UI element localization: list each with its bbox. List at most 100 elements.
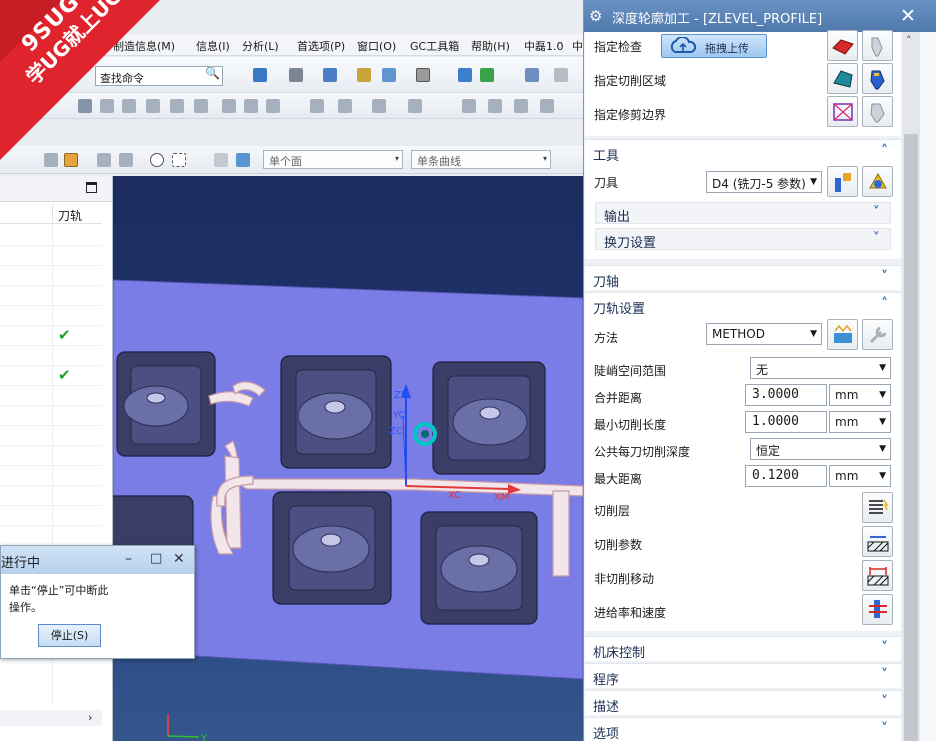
table-row[interactable] <box>0 306 102 326</box>
max-distance-unit[interactable]: mm ▼ <box>829 465 891 487</box>
curve-filter-select[interactable]: 单条曲线 ▾ <box>411 150 551 169</box>
machine-control-section-header[interactable]: 机床控制 ˅ <box>585 636 901 661</box>
fit-icon[interactable] <box>382 68 396 82</box>
gear-icon[interactable]: ⚙ <box>589 7 602 25</box>
part-icon[interactable] <box>236 153 250 167</box>
dialog-titlebar[interactable]: ⚙ 深度轮廓加工 - [ZLEVEL_PROFILE] ✕ <box>584 0 936 32</box>
maximize-icon[interactable]: □ <box>150 551 162 566</box>
chevron-up-icon[interactable]: ˄ <box>906 34 912 47</box>
path-settings-section-header[interactable]: 刀轨设置 ˄ <box>585 292 901 317</box>
table-row[interactable]: ✔ <box>0 326 102 346</box>
cut-params-button[interactable] <box>862 526 893 557</box>
search-icon[interactable]: 🔍 <box>205 66 220 80</box>
non-cut-moves-button[interactable] <box>862 560 893 591</box>
table-row[interactable] <box>0 266 102 286</box>
cut-levels-button[interactable] <box>862 492 893 523</box>
op-icon-8[interactable] <box>244 99 258 113</box>
move-icon[interactable] <box>480 68 494 82</box>
color-icon[interactable] <box>416 68 430 82</box>
list-icon[interactable] <box>554 68 568 82</box>
scroll-thumb[interactable] <box>904 134 918 741</box>
edit-tool-button[interactable] <box>827 166 858 197</box>
menu-zhonglei[interactable]: 中磊1.0 <box>524 38 564 54</box>
toolpath-column[interactable]: 刀轨 <box>58 207 82 224</box>
menu-info[interactable]: 信息(I) <box>196 38 230 54</box>
cube-icon[interactable] <box>323 68 337 82</box>
close-icon[interactable]: ✕ <box>173 551 185 567</box>
horizontal-scrollbar[interactable]: › <box>0 710 102 726</box>
table-row[interactable] <box>0 426 102 446</box>
merge-distance-input[interactable]: 3.0000 <box>745 384 827 406</box>
program-section-header[interactable]: 程序 ˅ <box>585 663 901 688</box>
post-icon-2[interactable] <box>488 99 502 113</box>
flashlight-icon[interactable] <box>862 30 893 61</box>
chevron-right-icon[interactable]: › <box>88 711 92 724</box>
min-cut-length-unit[interactable]: mm ▼ <box>829 411 891 433</box>
table-row[interactable] <box>0 466 102 486</box>
table-row[interactable]: ✔ <box>0 366 102 386</box>
table-row[interactable] <box>0 526 102 546</box>
menu-window[interactable]: 窗口(O) <box>357 38 396 54</box>
table-row[interactable] <box>0 286 102 306</box>
wcs-icon[interactable] <box>458 68 472 82</box>
edit-method-button[interactable] <box>827 319 858 350</box>
method-select[interactable]: METHOD ▼ <box>706 323 822 345</box>
op-icon-6[interactable] <box>194 99 208 113</box>
vertical-scrollbar[interactable]: ˄ <box>902 32 920 741</box>
sim-icon-3[interactable] <box>372 99 386 113</box>
flashlight-icon[interactable] <box>862 96 893 127</box>
menu-preferences[interactable]: 首选项(P) <box>297 38 345 54</box>
menu-more[interactable]: 中 <box>572 38 583 54</box>
group-icon[interactable] <box>525 68 539 82</box>
sim-icon-4[interactable] <box>408 99 422 113</box>
shade-icon[interactable] <box>289 68 303 82</box>
progress-titlebar[interactable]: 进行中 – □ ✕ <box>1 546 194 574</box>
table-row[interactable] <box>0 406 102 426</box>
steep-range-select[interactable]: 无 ▼ <box>750 357 891 379</box>
max-distance-input[interactable]: 0.1200 <box>745 465 827 487</box>
check-geometry-button[interactable] <box>827 30 858 61</box>
trim-boundary-button[interactable] <box>827 96 858 127</box>
minimize-icon[interactable]: – <box>125 551 132 567</box>
table-row[interactable] <box>0 506 102 526</box>
sim-icon-1[interactable] <box>310 99 324 113</box>
table-row[interactable] <box>0 486 102 506</box>
menu-gc-toolkit[interactable]: GC工具箱 <box>410 38 459 54</box>
op-icon-7[interactable] <box>222 99 236 113</box>
menu-analysis[interactable]: 分析(L) <box>242 38 279 54</box>
post-icon-3[interactable] <box>514 99 528 113</box>
depth-per-cut-select[interactable]: 恒定 ▼ <box>750 438 891 460</box>
post-icon-4[interactable] <box>540 99 554 113</box>
op-icon-5[interactable] <box>170 99 184 113</box>
description-section-header[interactable]: 描述 ˅ <box>585 690 901 715</box>
min-cut-length-input[interactable]: 1.0000 <box>745 411 827 433</box>
feeds-speeds-button[interactable] <box>862 594 893 625</box>
tool-axis-section-header[interactable]: 刀轴 ˅ <box>585 265 901 290</box>
table-row[interactable] <box>0 246 102 266</box>
layer-icon[interactable] <box>357 68 371 82</box>
face-filter-select[interactable]: 单个面 ▾ <box>263 150 403 169</box>
table-row[interactable] <box>0 386 102 406</box>
post-icon-1[interactable] <box>462 99 476 113</box>
shaded-icon[interactable] <box>214 153 228 167</box>
tool-change-subsection[interactable]: 换刀设置 ˅ <box>595 228 891 251</box>
sim-icon-2[interactable] <box>338 99 352 113</box>
table-row[interactable] <box>0 226 102 246</box>
flashlight-icon[interactable] <box>862 63 893 94</box>
close-icon[interactable]: ✕ <box>900 5 916 27</box>
display-tool-button[interactable] <box>862 166 893 197</box>
output-subsection[interactable]: 输出 ˅ <box>595 202 891 225</box>
op-icon-9[interactable] <box>266 99 280 113</box>
stop-button[interactable]: 停止(S) <box>38 624 101 647</box>
table-row[interactable] <box>0 446 102 466</box>
wrench-icon[interactable] <box>862 319 893 350</box>
tool-section-header[interactable]: 工具 ˄ <box>585 139 901 164</box>
menu-help[interactable]: 帮助(H) <box>471 38 510 54</box>
options-section-header[interactable]: 选项 ˅ <box>585 717 901 741</box>
maximize-icon[interactable] <box>86 182 97 193</box>
merge-distance-unit[interactable]: mm ▼ <box>829 384 891 406</box>
view-icon[interactable] <box>253 68 267 82</box>
cut-area-button[interactable] <box>827 63 858 94</box>
tool-select[interactable]: D4 (铣刀-5 参数) ▼ <box>706 171 822 193</box>
table-row[interactable] <box>0 346 102 366</box>
